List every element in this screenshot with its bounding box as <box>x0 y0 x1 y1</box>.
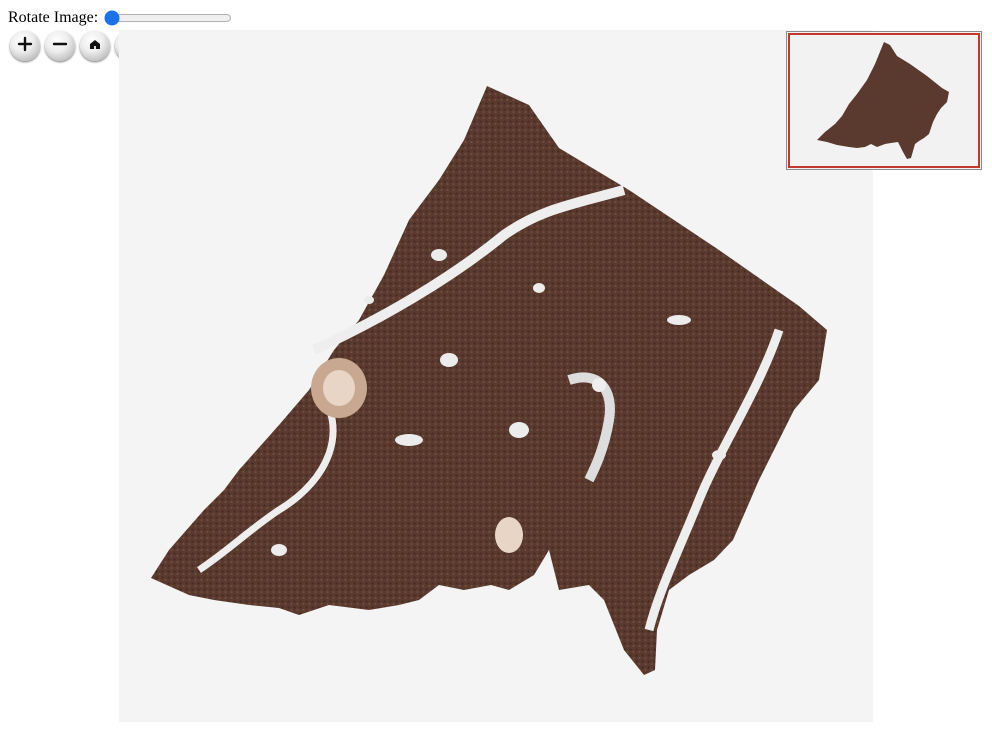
tissue-slide-image <box>151 86 827 675</box>
rotate-control: Rotate Image: <box>8 8 233 28</box>
navigator-viewport-box[interactable] <box>788 33 980 168</box>
navigator-minimap[interactable] <box>786 31 982 170</box>
plus-icon <box>16 35 34 58</box>
zoom-in-button[interactable] <box>10 31 40 61</box>
minus-icon <box>51 35 69 58</box>
image-viewer[interactable] <box>119 30 873 722</box>
rotate-label: Rotate Image: <box>8 9 99 26</box>
rotate-slider[interactable] <box>104 10 233 26</box>
zoom-out-button[interactable] <box>45 31 75 61</box>
home-button[interactable] <box>80 31 110 61</box>
home-icon <box>86 35 104 58</box>
